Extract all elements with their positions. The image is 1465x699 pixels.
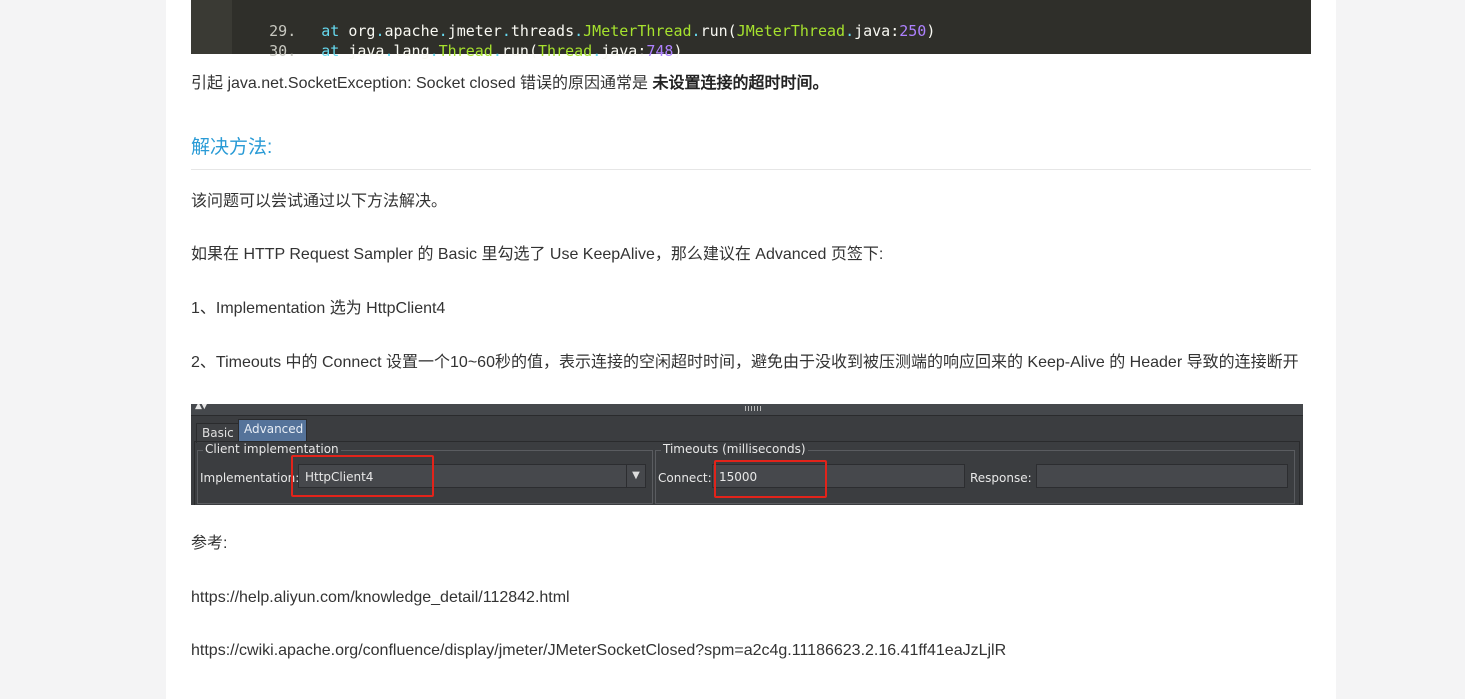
connect-highlight: [714, 460, 827, 498]
solution-heading: 解决方法:: [191, 137, 273, 158]
code-token: Thread: [438, 42, 493, 60]
code-token: .: [592, 42, 602, 60]
code-token: 250: [899, 22, 927, 40]
cause-text: 引起 java.net.SocketException: Socket clos…: [191, 75, 653, 92]
code-token: run: [501, 42, 529, 60]
code-token: .: [845, 22, 855, 40]
aliyun-link[interactable]: https://help.aliyun.com/knowledge_detail…: [191, 589, 570, 606]
split-bar: ▲▼: [191, 404, 1303, 416]
cause-paragraph: 引起 java.net.SocketException: Socket clos…: [191, 73, 829, 95]
article-page: 29. at org.apache.jmeter.threads.JMeterTh…: [166, 0, 1336, 699]
code-line-30: 30. at java.lang.Thread.run(Thread.java:7…: [191, 21, 682, 60]
client-implementation-legend: Client implementation: [203, 442, 341, 456]
paragraph-step-2: 2、Timeouts 中的 Connect 设置一个10~60秒的值，表示连接的…: [191, 354, 1299, 371]
code-token: ): [926, 22, 936, 40]
connect-label: Connect:: [658, 471, 712, 485]
reference-link-1[interactable]: https://help.aliyun.com/knowledge_detail…: [191, 587, 570, 609]
collapse-arrows-icon: ▲▼: [195, 404, 208, 411]
references-label: 参考:: [191, 535, 228, 552]
implementation-label: Implementation:: [200, 471, 300, 485]
response-label: Response:: [970, 471, 1032, 485]
code-token: lang: [393, 42, 430, 60]
code-token: Thread: [538, 42, 593, 60]
code-line-29: 29. at org.apache.jmeter.threads.JMeterTh…: [191, 1, 935, 40]
code-token: 748: [646, 42, 674, 60]
drag-grip-icon: [745, 406, 761, 411]
code-token: at: [321, 42, 349, 60]
code-token: ): [673, 42, 683, 60]
code-token: .: [691, 22, 701, 40]
code-text: at java.lang.Thread.run(Thread.java:748): [304, 42, 682, 60]
jmeter-screenshot: ▲▼ Basic Advanced Client implementation …: [191, 404, 1303, 505]
paragraph-keepalive: 如果在 HTTP Request Sampler 的 Basic 里勾选了 Us…: [191, 246, 884, 263]
response-input: [1036, 464, 1288, 488]
code-token: run: [700, 22, 728, 40]
dropdown-arrow-icon: ▼: [626, 465, 645, 487]
line-number: 30.: [269, 42, 297, 60]
code-token: .: [492, 42, 502, 60]
timeouts-legend: Timeouts (milliseconds): [661, 442, 808, 456]
code-token: .: [429, 42, 439, 60]
code-token: java: [854, 22, 891, 40]
cause-emphasis: 未设置连接的超时时间。: [652, 75, 829, 92]
code-token: (: [727, 22, 737, 40]
tab-advanced: Advanced: [238, 419, 307, 443]
code-token: java: [348, 42, 385, 60]
paragraph-intro: 该问题可以尝试通过以下方法解决。: [191, 193, 448, 210]
code-token: JMeterThread: [736, 22, 846, 40]
divider: [191, 169, 1311, 170]
implementation-highlight: [291, 455, 434, 497]
code-token: (: [528, 42, 538, 60]
code-token: java: [601, 42, 638, 60]
code-token: .: [384, 42, 394, 60]
paragraph-step-1: 1、Implementation 选为 HttpClient4: [191, 300, 446, 317]
reference-link-2[interactable]: https://cwiki.apache.org/confluence/disp…: [191, 640, 1006, 662]
code-block: 29. at org.apache.jmeter.threads.JMeterTh…: [191, 0, 1311, 60]
code-token: :: [890, 22, 900, 40]
apache-wiki-link[interactable]: https://cwiki.apache.org/confluence/disp…: [191, 642, 1006, 659]
tab-basic: Basic: [196, 423, 239, 443]
